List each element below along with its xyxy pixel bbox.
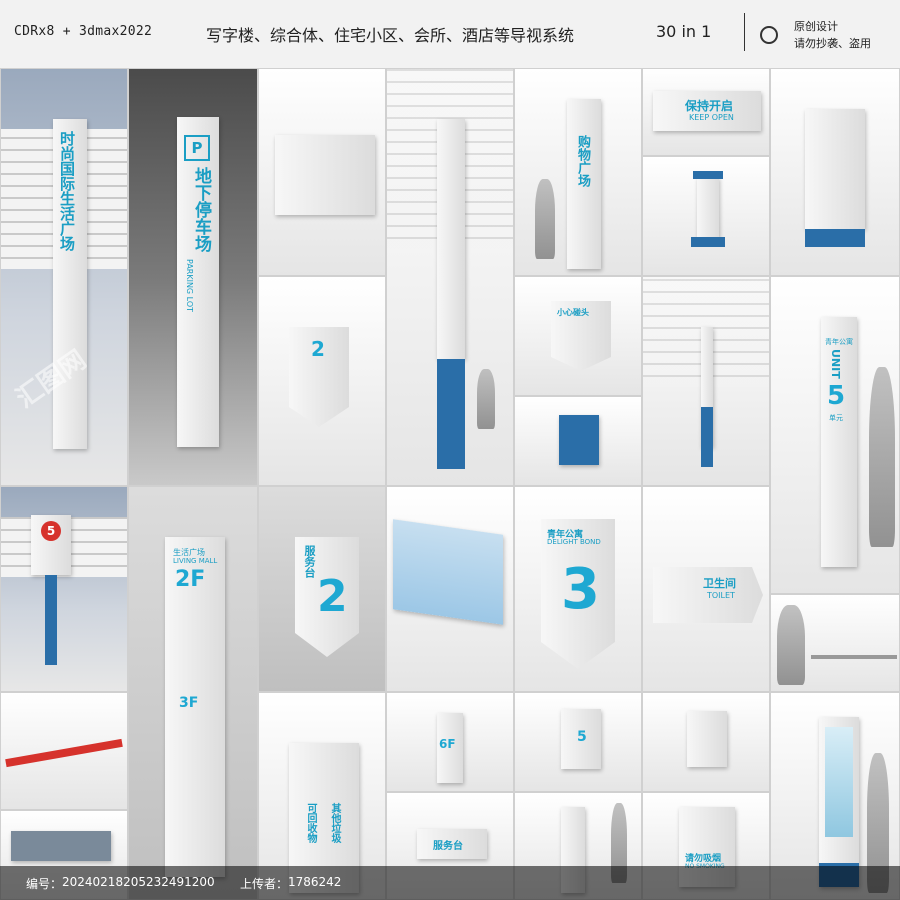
copy-warning-note: 请勿抄袭、盗用 bbox=[794, 37, 871, 50]
tile-parking-plaque[interactable] bbox=[514, 396, 642, 486]
tile-keep-open[interactable]: 保持开启 KEEP OPEN bbox=[642, 68, 770, 156]
building-name-text: 时尚国际生活广场 bbox=[58, 131, 76, 251]
tile-number-hanging[interactable]: 青年公寓 DELIGHT BOND 3 bbox=[514, 486, 642, 692]
tile-parking-pylon[interactable]: P 地下停车场 PARKING LOT bbox=[128, 68, 258, 486]
designer-logo-icon bbox=[760, 26, 778, 44]
parking-p-icon: P bbox=[184, 135, 210, 161]
floor-3f-label: 3F bbox=[179, 695, 199, 711]
tile-careful-sign[interactable]: 小心碰头 bbox=[514, 276, 642, 396]
tile-unit-pylon[interactable]: 青年公寓 UNIT 5 单元 bbox=[770, 276, 900, 594]
unit-small-number: 5 bbox=[577, 729, 587, 745]
tile-service-hanging[interactable]: 服务台 2 bbox=[258, 486, 386, 692]
header-bar: CDRx8 + 3dmax2022 写字楼、综合体、住宅小区、会所、酒店等导视系… bbox=[0, 0, 900, 68]
uploader-label: 上传者： bbox=[240, 877, 289, 891]
tile-unit-plate[interactable]: 5 bbox=[514, 692, 642, 792]
id-value: 20240218205232491200 bbox=[62, 875, 215, 889]
preview-grid: 时尚国际生活广场 汇图网 P 地下停车场 PARKING LOT 5 生活广场 … bbox=[0, 68, 900, 900]
tile-shopping-pylon[interactable]: 购物广场 bbox=[514, 68, 642, 276]
tile-barrier-gate[interactable] bbox=[770, 594, 900, 692]
floor-2-number: 2 bbox=[311, 337, 325, 361]
toilet-cn: 卫生间 bbox=[703, 577, 736, 590]
original-note: 原创设计 bbox=[794, 20, 838, 33]
toilet-en: TOILET bbox=[707, 591, 735, 600]
tile-directory-stand[interactable] bbox=[386, 486, 514, 692]
service-desk-plate: 服务台 bbox=[433, 841, 463, 852]
floor-2f-label: 2F bbox=[175, 567, 206, 592]
footer-bar: 编号： 20240218205232491200 上传者： 1786242 bbox=[0, 866, 900, 900]
living-mall-en: LIVING MALL bbox=[173, 557, 218, 565]
header-divider bbox=[744, 13, 745, 51]
floor-6f-label: 6F bbox=[439, 737, 456, 751]
service-desk-cn: 服务台 bbox=[303, 545, 316, 578]
parking-subtitle: PARKING LOT bbox=[185, 259, 194, 313]
careful-cn: 小心碰头 bbox=[557, 308, 589, 317]
shopping-text: 购物广场 bbox=[575, 135, 590, 187]
unit-cn: 青年公寓 bbox=[825, 338, 853, 346]
tile-map-wall[interactable] bbox=[258, 68, 386, 276]
item-count: 30 in 1 bbox=[656, 22, 712, 41]
tile-building-pylon[interactable]: 时尚国际生活广场 汇图网 bbox=[0, 68, 128, 486]
tile-directory-pylon[interactable]: 生活广场 LIVING MALL 2F 3F bbox=[128, 486, 258, 900]
number-badge: 5 bbox=[41, 521, 61, 541]
keep-open-en: KEEP OPEN bbox=[689, 113, 734, 122]
software-label: CDRx8 + 3dmax2022 bbox=[14, 24, 153, 39]
tile-no-smoking-small[interactable] bbox=[642, 692, 770, 792]
delight-number: 3 bbox=[561, 557, 600, 622]
tile-direction-post[interactable] bbox=[642, 276, 770, 486]
id-label: 编号： bbox=[26, 877, 63, 891]
recycle-label: 可回收物 bbox=[305, 803, 316, 843]
other-waste-label: 其他垃圾 bbox=[329, 803, 340, 843]
tile-light-box[interactable] bbox=[642, 156, 770, 276]
unit-number: 5 bbox=[827, 381, 846, 411]
keep-open-cn: 保持开启 bbox=[685, 99, 734, 113]
tile-numbered-pylon[interactable]: 5 bbox=[0, 486, 128, 692]
page-title: 写字楼、综合体、住宅小区、会所、酒店等导视系统 bbox=[206, 26, 575, 45]
tile-floor-blade[interactable]: 6F bbox=[386, 692, 514, 792]
tile-blue-column[interactable] bbox=[386, 68, 514, 486]
tile-info-stand[interactable] bbox=[770, 68, 900, 276]
uploader-value: 1786242 bbox=[288, 875, 342, 889]
tile-ceiling-sign[interactable] bbox=[0, 692, 128, 810]
tile-floor-hanging[interactable]: 2 bbox=[258, 276, 386, 486]
tile-toilet-sign[interactable]: 卫生间 TOILET bbox=[642, 486, 770, 692]
service-number: 2 bbox=[317, 571, 348, 622]
unit-label: UNIT bbox=[829, 349, 842, 379]
delight-en: DELIGHT BOND bbox=[547, 538, 601, 546]
parking-title: 地下停车场 bbox=[191, 167, 211, 252]
unit-sub: 单元 bbox=[829, 414, 843, 422]
